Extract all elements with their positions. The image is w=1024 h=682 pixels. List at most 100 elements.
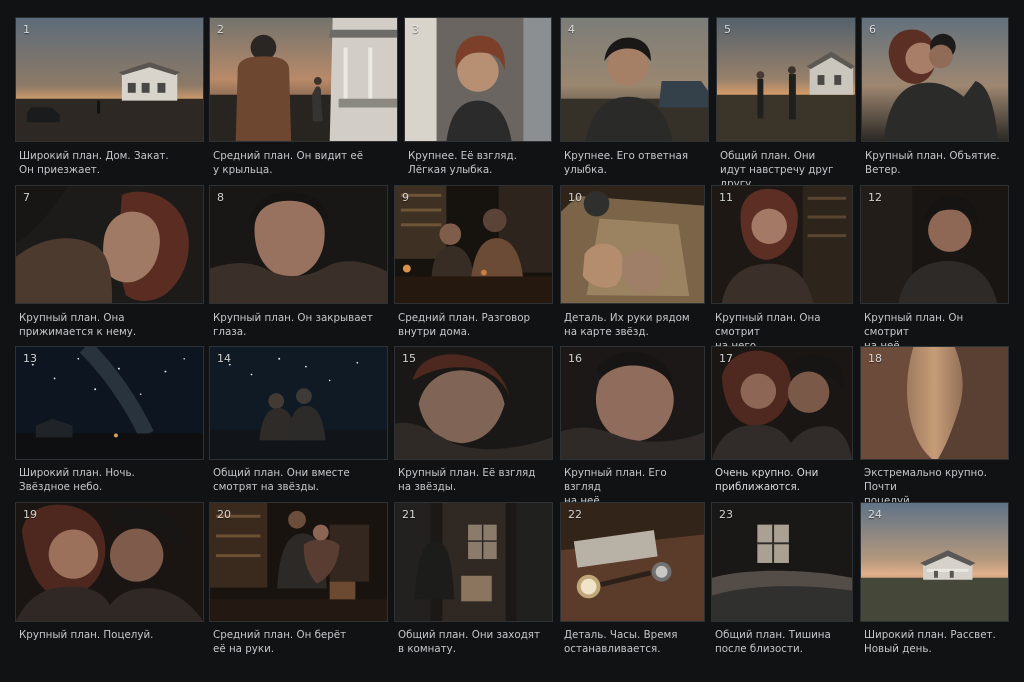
frame-number: 11 — [719, 191, 733, 204]
frame-number: 12 — [868, 191, 882, 204]
frame-caption: Широкий план. Рассвет. Новый день. — [864, 629, 996, 655]
frame-number: 10 — [568, 191, 582, 204]
frame-caption: Крупный план. Она прижимается к нему. — [19, 312, 137, 338]
frame-24-image — [861, 503, 1008, 621]
frame-1[interactable]: 1 — [15, 17, 204, 142]
frame-number: 21 — [402, 508, 416, 521]
frame-number: 6 — [869, 23, 876, 36]
frame-16[interactable]: 16 — [560, 346, 705, 460]
frame-13[interactable]: 13 — [15, 346, 204, 460]
frame-9[interactable]: 9 — [394, 185, 553, 304]
storyboard-panel-23: 23 Общий план. Тишина после близости. — [711, 502, 853, 655]
storyboard-panel-17: 17 Очень крупно. Они приближаются. — [711, 346, 853, 496]
frame-24[interactable]: 24 — [860, 502, 1009, 622]
frame-number: 14 — [217, 352, 231, 365]
storyboard-panel-8: 8 Крупный план. Он закрывает глаза. — [209, 185, 388, 342]
frame-number: 23 — [719, 508, 733, 521]
frame-7-image — [16, 186, 203, 303]
frame-caption: Крупный план. Он закрывает глаза. — [213, 312, 373, 338]
storyboard-panel-7: 7 Крупный план. Она прижимается к нему. — [15, 185, 204, 342]
frame-caption: Широкий план. Ночь. Звёздное небо. — [19, 467, 135, 493]
frame-7[interactable]: 7 — [15, 185, 204, 304]
frame-4[interactable]: 4 — [560, 17, 709, 142]
frame-number: 16 — [568, 352, 582, 365]
frame-number: 1 — [23, 23, 30, 36]
frame-23[interactable]: 23 — [711, 502, 853, 622]
frame-18-image — [861, 347, 1008, 459]
frame-caption: Очень крупно. Они приближаются. — [715, 467, 819, 493]
frame-10-image — [561, 186, 704, 303]
storyboard-panel-18: 18 Экстремально крупно. Почти поцелуй. — [860, 346, 1009, 507]
storyboard-panel-10: 10 Деталь. Их руки рядом на карте звёзд. — [560, 185, 705, 342]
frame-caption: Крупный план. Её взгляд на звёзды. — [398, 467, 536, 493]
frame-14[interactable]: 14 — [209, 346, 388, 460]
storyboard-panel-2: 2 Средний план. Он видит её у крыльца. — [209, 17, 398, 180]
storyboard-panel-5: 5 Общий план. Они идут навстречу друг др… — [716, 17, 856, 190]
storyboard-panel-15: 15 Крупный план. Её взгляд на звёзды. — [394, 346, 553, 496]
frame-3-image — [405, 18, 551, 141]
frame-caption: Крупнее. Его ответная улыбка. — [564, 150, 689, 176]
frame-caption: Широкий план. Дом. Закат. Он приезжает. — [19, 150, 169, 176]
frame-number: 18 — [868, 352, 882, 365]
frame-number: 8 — [217, 191, 224, 204]
frame-caption: Крупный план. Поцелуй. — [19, 629, 154, 641]
storyboard-panel-22: 22 Деталь. Часы. Время останавливается. — [560, 502, 705, 655]
frame-22[interactable]: 22 — [560, 502, 705, 622]
frame-20[interactable]: 20 — [209, 502, 388, 622]
frame-8[interactable]: 8 — [209, 185, 388, 304]
frame-caption: Общий план. Они заходят в комнату. — [398, 629, 541, 655]
frame-number: 19 — [23, 508, 37, 521]
frame-9-image — [395, 186, 552, 303]
frame-caption: Средний план. Он видит её у крыльца. — [213, 150, 364, 176]
frame-10[interactable]: 10 — [560, 185, 705, 304]
storyboard-panel-3: 3 Крупнее. Её взгляд. Лёгкая улыбка. — [404, 17, 552, 180]
frame-2[interactable]: 2 — [209, 17, 398, 142]
storyboard-panel-21: 21 Общий план. Они заходят в комнату. — [394, 502, 553, 655]
frame-6[interactable]: 6 — [861, 17, 1009, 142]
frame-11[interactable]: 11 — [711, 185, 853, 304]
frame-17[interactable]: 17 — [711, 346, 853, 460]
frame-caption: Общий план. Они вместе смотрят на звёзды… — [213, 467, 350, 493]
frame-4-image — [561, 18, 708, 141]
storyboard-board: 1 Широкий план. Дом. Закат. Он приезжает… — [0, 0, 1024, 682]
storyboard-panel-14: 14 Общий план. Они вместе смотрят на звё… — [209, 346, 388, 496]
frame-number: 2 — [217, 23, 224, 36]
storyboard-panel-24: 24 Широкий план. Рассвет. Новый день. — [860, 502, 1009, 655]
frame-3[interactable]: 3 — [404, 17, 552, 142]
frame-21[interactable]: 21 — [394, 502, 553, 622]
frame-22-image — [561, 503, 704, 621]
frame-number: 20 — [217, 508, 231, 521]
frame-21-image — [395, 503, 552, 621]
frame-number: 3 — [412, 23, 419, 36]
frame-2-image — [210, 18, 397, 141]
frame-23-image — [712, 503, 852, 621]
frame-number: 4 — [568, 23, 575, 36]
frame-11-image — [712, 186, 852, 303]
frame-1-image — [16, 18, 203, 141]
frame-6-image — [862, 18, 1008, 141]
frame-number: 13 — [23, 352, 37, 365]
frame-number: 5 — [724, 23, 731, 36]
frame-12-image — [861, 186, 1008, 303]
storyboard-panel-16: 16 Крупный план. Его взгляд на неё. — [560, 346, 705, 507]
frame-number: 22 — [568, 508, 582, 521]
frame-15[interactable]: 15 — [394, 346, 553, 460]
storyboard-panel-13: 13 Широкий план. Ночь. Звёздное небо. — [15, 346, 204, 496]
storyboard-panel-19: 19 Крупный план. Поцелуй. — [15, 502, 204, 646]
frame-number: 7 — [23, 191, 30, 204]
frame-caption: Крупнее. Её взгляд. Лёгкая улыбка. — [408, 150, 517, 176]
frame-18[interactable]: 18 — [860, 346, 1009, 460]
frame-caption: Средний план. Он берёт её на руки. — [213, 629, 347, 655]
storyboard-panel-12: 12 Крупный план. Он смотрит на неё. — [860, 185, 1009, 352]
frame-8-image — [210, 186, 387, 303]
storyboard-panel-20: 20 Средний план. Он берёт её на руки. — [209, 502, 388, 655]
frame-16-image — [561, 347, 704, 459]
frame-5[interactable]: 5 — [716, 17, 856, 142]
frame-caption: Деталь. Часы. Время останавливается. — [564, 629, 678, 655]
storyboard-panel-6: 6 Крупный план. Объятие. Ветер. — [861, 17, 1009, 180]
frame-number: 17 — [719, 352, 733, 365]
storyboard-panel-9: 9 Средний план. Разговор внутри дома. — [394, 185, 553, 342]
frame-12[interactable]: 12 — [860, 185, 1009, 304]
frame-number: 24 — [868, 508, 882, 521]
frame-19[interactable]: 19 — [15, 502, 204, 622]
